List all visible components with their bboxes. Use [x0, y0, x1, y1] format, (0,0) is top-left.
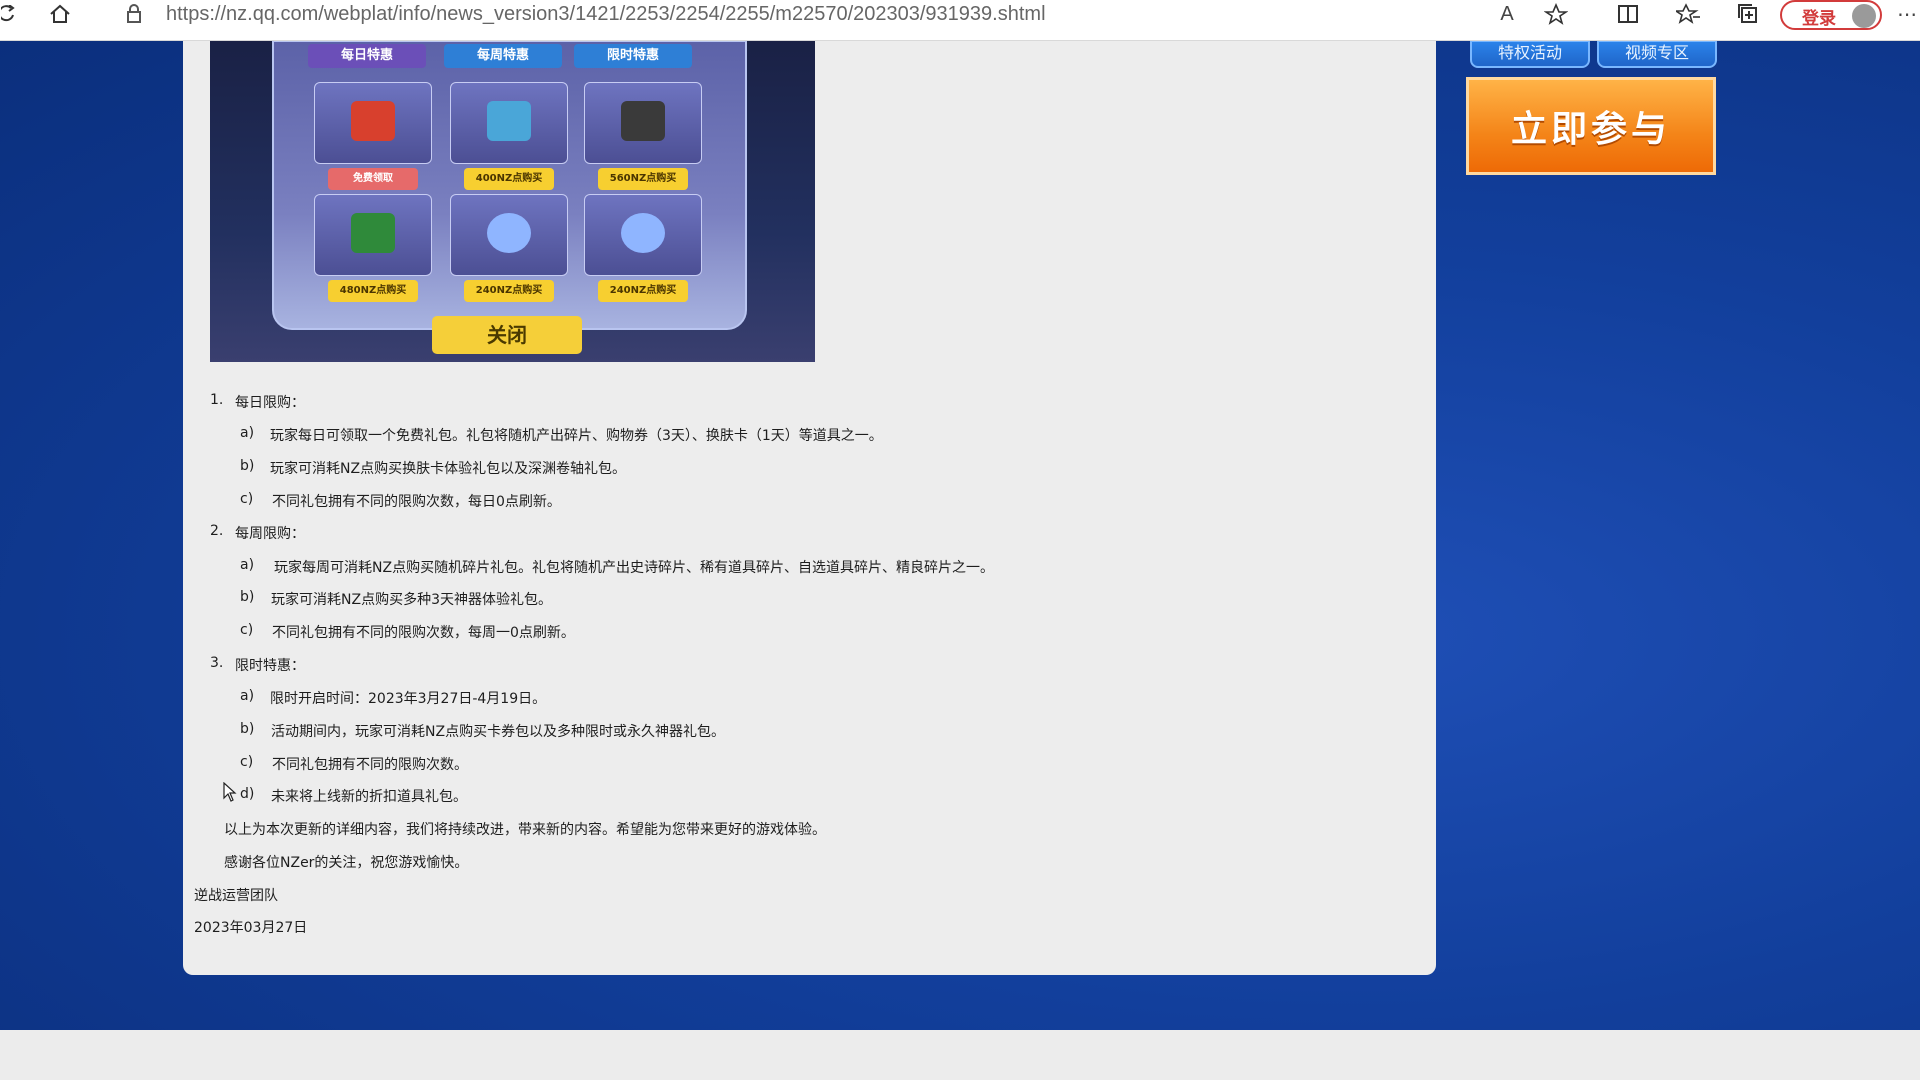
tab-daily: 每日特惠	[308, 44, 426, 68]
shop-panel: 每日特惠 每周特惠 限时特惠 免费领取 400NZ点购买 560NZ点购买 48…	[272, 40, 747, 330]
section-number: 3.	[210, 655, 224, 671]
item-label: b)	[240, 589, 255, 605]
collections-icon[interactable]	[1734, 0, 1762, 28]
item-label: b)	[240, 458, 255, 474]
price-tag: 240NZ点购买	[464, 280, 554, 302]
item-label: d)	[240, 786, 255, 802]
list-item: 不同礼包拥有不同的限购次数，每周一0点刷新。	[272, 625, 575, 641]
tab-privilege-activity[interactable]: 特权活动	[1470, 40, 1590, 68]
list-item: 限时开启时间：2023年3月27日-4月19日。	[270, 691, 547, 707]
browser-toolbar: https://nz.qq.com/webplat/info/news_vers…	[0, 0, 1920, 41]
favorites-icon[interactable]	[1674, 0, 1702, 28]
item-label: b)	[240, 721, 255, 737]
gift-slot	[314, 194, 432, 276]
tab-weekly: 每周特惠	[444, 44, 562, 68]
gift-slot	[450, 82, 568, 164]
section-number: 1.	[210, 392, 224, 408]
add-favorite-icon[interactable]	[1542, 0, 1570, 28]
price-tag: 560NZ点购买	[598, 168, 688, 190]
close-button: 关闭	[432, 316, 582, 354]
section-number: 2.	[210, 523, 224, 539]
section-title: 每日限购：	[235, 395, 305, 411]
closing-paragraph: 感谢各位NZer的关注，祝您游戏愉快。	[224, 855, 469, 871]
list-item: 不同礼包拥有不同的限购次数。	[272, 757, 468, 773]
login-label: 登录	[1802, 9, 1836, 29]
list-item: 玩家可消耗NZ点购买换肤卡体验礼包以及深渊卷轴礼包。	[270, 461, 627, 477]
item-label: a)	[240, 557, 255, 573]
article-date: 2023年03月27日	[194, 920, 308, 936]
address-bar-url[interactable]: https://nz.qq.com/webplat/info/news_vers…	[166, 0, 1046, 28]
read-aloud-icon[interactable]: A	[1494, 0, 1520, 28]
game-screenshot: 每日特惠 每周特惠 限时特惠 免费领取 400NZ点购买 560NZ点购买 48…	[210, 40, 815, 362]
list-item: 活动期间内，玩家可消耗NZ点购买卡券包以及多种限时或永久神器礼包。	[271, 724, 726, 740]
item-label: c)	[240, 622, 254, 638]
team-signature: 逆战运营团队	[194, 888, 278, 904]
closing-paragraph: 以上为本次更新的详细内容，我们将持续改进，带来新的内容。希望能为您带来更好的游戏…	[224, 822, 826, 838]
item-label: a)	[240, 688, 255, 704]
item-label: c)	[240, 491, 254, 507]
lock-icon[interactable]	[122, 0, 146, 28]
list-item: 不同礼包拥有不同的限购次数，每日0点刷新。	[272, 494, 561, 510]
price-tag: 480NZ点购买	[328, 280, 418, 302]
tab-video-zone[interactable]: 视频专区	[1597, 40, 1717, 68]
gift-slot	[450, 194, 568, 276]
avatar	[1852, 4, 1876, 28]
list-item: 未来将上线新的折扣道具礼包。	[271, 789, 467, 805]
mouse-cursor-icon	[223, 781, 237, 806]
gift-slot	[314, 82, 432, 164]
price-tag: 免费领取	[328, 168, 418, 190]
section-title: 每周限购：	[235, 526, 305, 542]
list-item: 玩家每周可消耗NZ点购买随机碎片礼包。礼包将随机产出史诗碎片、稀有道具碎片、自选…	[274, 560, 995, 576]
item-label: a)	[240, 425, 255, 441]
footer	[0, 1030, 1920, 1080]
more-icon[interactable]: ⋯	[1896, 0, 1918, 28]
list-item: 玩家每日可领取一个免费礼包。礼包将随机产出碎片、购物券（3天）、换肤卡（1天）等…	[270, 428, 883, 444]
login-button[interactable]: 登录	[1780, 0, 1882, 30]
list-item: 玩家可消耗NZ点购买多种3天神器体验礼包。	[271, 592, 552, 608]
split-screen-icon[interactable]	[1614, 0, 1642, 28]
tab-limited: 限时特惠	[574, 44, 692, 68]
gift-slot	[584, 82, 702, 164]
section-title: 限时特惠：	[235, 658, 305, 674]
price-tag: 240NZ点购买	[598, 280, 688, 302]
gift-slot	[584, 194, 702, 276]
home-icon[interactable]	[46, 0, 74, 28]
join-now-button[interactable]: 立即参与	[1466, 77, 1716, 175]
refresh-icon[interactable]	[0, 0, 16, 28]
item-label: c)	[240, 754, 254, 770]
price-tag: 400NZ点购买	[464, 168, 554, 190]
